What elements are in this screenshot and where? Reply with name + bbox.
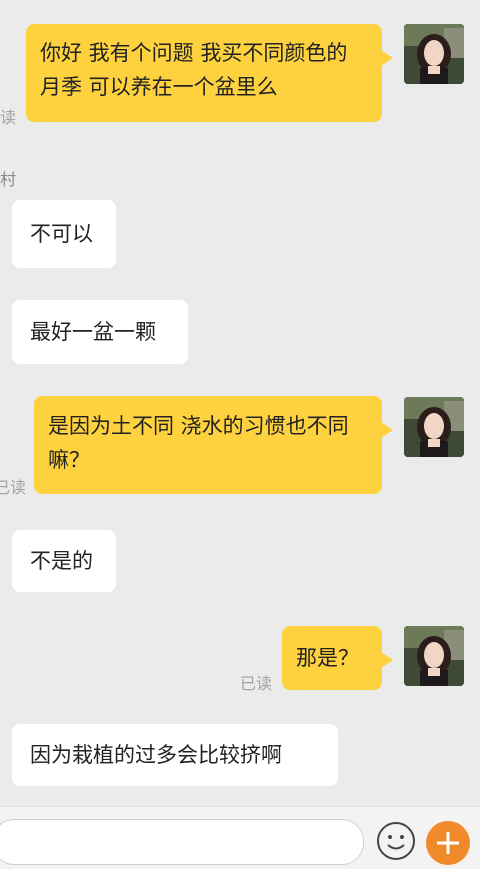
read-receipt: 已读 [0,478,27,497]
outgoing-message[interactable]: 是因为土不同 浇水的习惯也不同嘛？ [34,396,393,494]
outgoing-message[interactable]: 你好 我有个问题 我买不同颜色的月季 可以养在一个盆里么 [26,24,393,122]
message-input[interactable] [0,819,364,865]
plus-icon[interactable] [426,821,470,865]
incoming-message[interactable]: 不可以 [12,200,116,268]
read-receipt: 读 [0,108,17,127]
user-avatar[interactable] [404,397,464,457]
message-text: 不是的 [30,549,93,573]
read-receipt: 已读 [240,674,273,693]
outgoing-message[interactable]: 那是？ [282,626,393,690]
message-text: 因为栽植的过多会比较挤啊 [30,743,282,767]
message-text: 最好一盆一颗 [30,320,156,344]
incoming-message[interactable]: 因为栽植的过多会比较挤啊 [12,724,338,786]
incoming-message[interactable]: 最好一盆一颗 [12,300,188,364]
message-text: 那是？ [296,646,359,670]
user-avatar[interactable] [404,626,464,686]
message-text: 你好 我有个问题 我买不同颜色的月季 可以养在一个盆里么 [40,41,348,99]
message-text: 是因为土不同 浇水的习惯也不同嘛？ [48,414,349,472]
input-bar [0,806,480,869]
sender-name: 村 [0,170,17,189]
message-text: 不可以 [30,222,93,246]
incoming-message[interactable]: 不是的 [12,530,116,592]
user-avatar[interactable] [404,24,464,84]
smile-icon[interactable] [376,821,416,861]
